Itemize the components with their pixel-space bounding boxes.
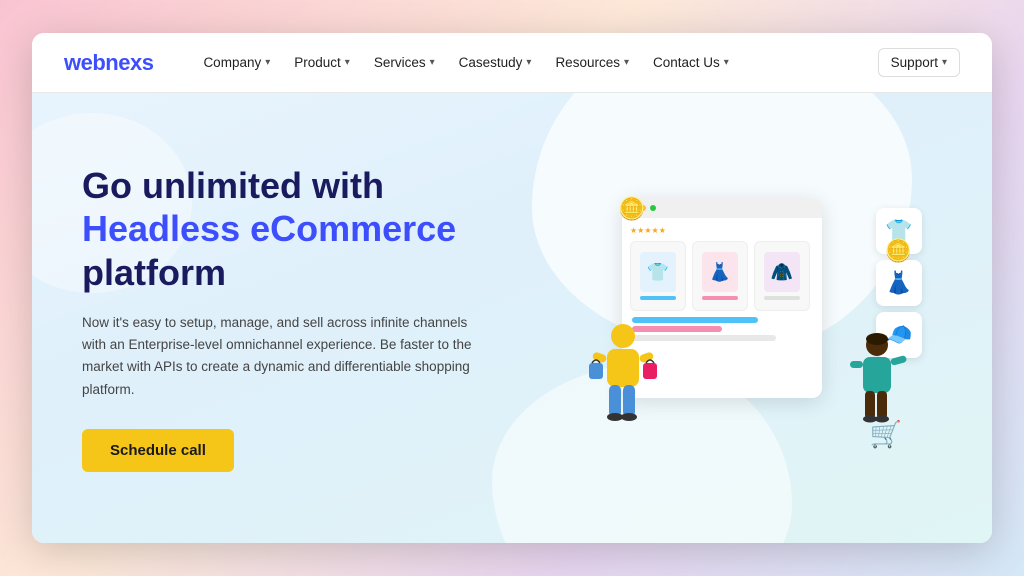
product-card-img-2: 👗: [702, 252, 738, 292]
product-card-bar: [640, 296, 676, 300]
browser-window: webnexs Company ▾ Product ▾ Services ▾ C…: [32, 33, 992, 543]
nav-item-contact[interactable]: Contact Us ▾: [643, 49, 739, 76]
window-dot-green: [650, 205, 656, 211]
chevron-down-icon: ▾: [526, 57, 531, 68]
schedule-call-button[interactable]: Schedule call: [82, 429, 234, 472]
coin-icon-right: 🪙: [885, 238, 912, 264]
shopper-person-left: [587, 321, 659, 453]
product-card-img-1: 👕: [640, 252, 676, 292]
logo[interactable]: webnexs: [64, 50, 153, 76]
side-product-2: 👗: [876, 260, 922, 306]
product-card-1: 👕: [630, 241, 686, 311]
chevron-down-icon: ▾: [345, 57, 350, 68]
shopper-left-svg: [587, 321, 659, 441]
nav-item-resources[interactable]: Resources ▾: [545, 49, 639, 76]
illustration-container: 🪙 ★★★★★: [582, 178, 922, 458]
nav-item-product[interactable]: Product ▾: [284, 49, 360, 76]
nav-item-casestudy[interactable]: Casestudy ▾: [449, 49, 542, 76]
chevron-down-icon: ▾: [624, 57, 629, 68]
product-cards-row: 👕 👗 🧥: [630, 241, 814, 311]
nav-support-button[interactable]: Support ▾: [878, 48, 960, 77]
navbar: webnexs Company ▾ Product ▾ Services ▾ C…: [32, 33, 992, 93]
coin-icon: 🪙: [618, 196, 645, 222]
screen-rating: ★★★★★: [630, 226, 814, 235]
chevron-down-icon: ▾: [430, 57, 435, 68]
hero-illustration: 🪙 ★★★★★: [562, 93, 942, 543]
nav-item-company[interactable]: Company ▾: [193, 49, 280, 76]
nav-links: Company ▾ Product ▾ Services ▾ Casestudy…: [193, 49, 877, 76]
product-card-img-3: 🧥: [764, 252, 800, 292]
hero-title-line2: Headless eCommerce: [82, 208, 456, 249]
shopping-cart-icon: 🛒: [870, 419, 902, 450]
product-card-3: 🧥: [754, 241, 810, 311]
hero-description: Now it's easy to setup, manage, and sell…: [82, 312, 492, 401]
chevron-down-icon: ▾: [942, 57, 947, 68]
hero-title: Go unlimited with Headless eCommerce pla…: [82, 164, 562, 294]
screen-header: [622, 198, 822, 218]
product-card-2: 👗: [692, 241, 748, 311]
hero-section: Go unlimited with Headless eCommerce pla…: [32, 93, 992, 543]
product-card-bar: [764, 296, 800, 300]
hero-content: Go unlimited with Headless eCommerce pla…: [82, 164, 562, 472]
nav-item-services[interactable]: Services ▾: [364, 49, 445, 76]
chevron-down-icon: ▾: [265, 57, 270, 68]
hero-title-line3: platform: [82, 252, 226, 293]
chevron-down-icon: ▾: [724, 57, 729, 68]
hero-title-line1: Go unlimited with: [82, 165, 384, 206]
product-card-bar: [702, 296, 738, 300]
